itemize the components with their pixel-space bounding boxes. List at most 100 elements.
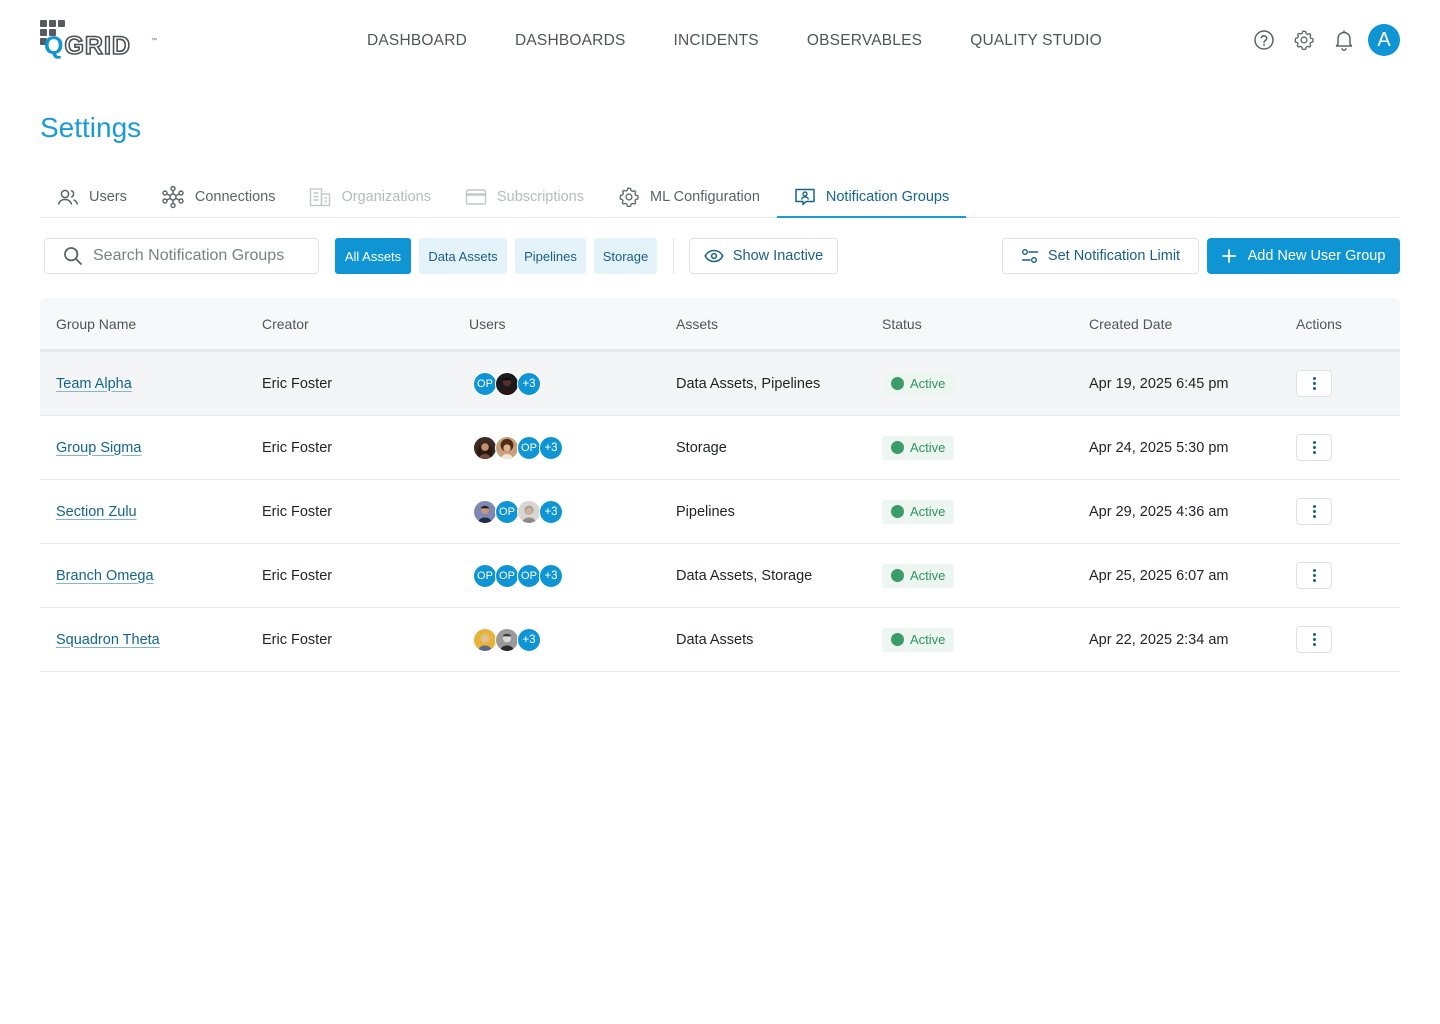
add-new-user-group-label: Add New User Group	[1247, 248, 1386, 264]
nav-quality-studio[interactable]: QUALITY STUDIO	[946, 32, 1126, 50]
user-avatar[interactable]: A	[1368, 24, 1400, 56]
group-name-link[interactable]: Squadron Theta	[56, 632, 160, 648]
creator-cell: Eric Foster	[262, 503, 333, 520]
table-header: Group Name Creator Users Assets Status C…	[40, 298, 1400, 352]
status-badge: Active	[882, 627, 955, 652]
help-icon[interactable]	[1244, 24, 1284, 56]
building-icon	[310, 188, 331, 207]
assets-cell: Data Assets, Storage	[676, 567, 813, 584]
creator-cell: Eric Foster	[262, 567, 333, 584]
column-header-created-date[interactable]: Created Date	[1073, 316, 1280, 332]
qgrid-logo[interactable]: QGRID ™	[40, 20, 160, 61]
created-date-cell: Apr 29, 2025 4:36 am	[1089, 503, 1229, 520]
nav-dashboard[interactable]: DASHBOARD	[343, 32, 491, 50]
row-actions-button[interactable]	[1296, 370, 1332, 397]
column-header-assets[interactable]: Assets	[660, 316, 866, 332]
user-avatar-stack[interactable]: OP +3	[469, 499, 660, 524]
user-avatar-stack[interactable]: OP OP OP +3	[469, 563, 660, 588]
group-name-link[interactable]: Group Sigma	[56, 440, 141, 456]
credit-card-icon	[465, 189, 487, 205]
status-label: Active	[910, 568, 946, 583]
sliders-icon	[1021, 249, 1039, 263]
user-avatar-initials: OP	[517, 563, 541, 588]
column-header-users[interactable]: Users	[453, 316, 660, 332]
table-row: Branch Omega Eric Foster OP OP OP +3 Dat…	[40, 544, 1400, 608]
user-avatar-stack[interactable]: +3	[469, 627, 660, 652]
more-vertical-icon	[1312, 376, 1316, 391]
column-header-actions: Actions	[1296, 315, 1342, 332]
row-actions-button[interactable]	[1296, 562, 1332, 589]
status-badge: Active	[882, 499, 955, 524]
assets-cell: Data Assets, Pipelines	[676, 375, 821, 392]
user-avatar-initials: OP	[517, 435, 541, 460]
user-avatar-photo	[495, 627, 519, 652]
status-dot-icon	[891, 505, 904, 518]
group-name-link[interactable]: Team Alpha	[56, 376, 132, 392]
more-users-count: +3	[539, 499, 563, 524]
user-avatar-photo	[495, 371, 519, 396]
tab-ml-configuration[interactable]: ML Configuration	[601, 177, 777, 217]
assets-cell: Pipelines	[676, 503, 735, 520]
assets-cell: Data Assets	[676, 631, 754, 648]
page-title: Settings	[40, 112, 142, 143]
eye-icon	[704, 249, 724, 263]
user-avatar-initials: OP	[495, 499, 519, 524]
tab-users-label: Users	[89, 189, 127, 205]
settings-tabs: Users Connections Organizations Subscrip…	[40, 177, 1400, 218]
column-header-status[interactable]: Status	[866, 316, 1073, 332]
tab-organizations: Organizations	[292, 177, 447, 217]
user-avatar-stack[interactable]: OP +3	[469, 435, 660, 460]
toolbar-divider	[673, 238, 674, 274]
filter-data-assets[interactable]: Data Assets	[419, 238, 507, 274]
nav-observables[interactable]: OBSERVABLES	[783, 32, 946, 50]
user-avatar-photo	[473, 435, 497, 460]
more-vertical-icon	[1312, 632, 1316, 647]
filter-all-assets[interactable]: All Assets	[335, 238, 411, 274]
app-header: QGRID ™ DASHBOARD DASHBOARDS INCIDENTS O…	[0, 0, 1440, 86]
tab-notification-groups[interactable]: Notification Groups	[776, 177, 967, 218]
status-label: Active	[910, 504, 946, 519]
notification-groups-table: Group Name Creator Users Assets Status C…	[40, 298, 1400, 672]
tab-connections-label: Connections	[194, 189, 276, 205]
tab-connections[interactable]: Connections	[144, 177, 293, 217]
column-header-creator[interactable]: Creator	[246, 316, 453, 332]
user-avatar-stack[interactable]: OP +3	[469, 371, 660, 396]
table-row: Squadron Theta Eric Foster +3 Data Asset…	[40, 608, 1400, 672]
filter-pipelines[interactable]: Pipelines	[515, 238, 586, 274]
tab-organizations-label: Organizations	[341, 189, 431, 205]
assets-cell: Storage	[676, 439, 727, 456]
nav-dashboards[interactable]: DASHBOARDS	[491, 32, 650, 50]
row-actions-button[interactable]	[1296, 434, 1332, 461]
more-vertical-icon	[1312, 568, 1316, 583]
plus-icon	[1221, 249, 1236, 263]
created-date-cell: Apr 25, 2025 6:07 am	[1089, 567, 1229, 584]
status-dot-icon	[891, 441, 904, 454]
nav-incidents[interactable]: INCIDENTS	[650, 32, 783, 50]
tab-users[interactable]: Users	[40, 177, 144, 217]
user-avatar-photo	[473, 627, 497, 652]
show-inactive-button[interactable]: Show Inactive	[689, 238, 838, 274]
creator-cell: Eric Foster	[262, 375, 333, 392]
table-row: Section Zulu Eric Foster OP +3 Pipelines…	[40, 480, 1400, 544]
more-vertical-icon	[1312, 440, 1316, 455]
more-vertical-icon	[1312, 504, 1316, 519]
tab-subscriptions-label: Subscriptions	[496, 189, 584, 205]
set-notification-limit-button[interactable]: Set Notification Limit	[1002, 238, 1199, 274]
settings-gear-icon[interactable]	[1284, 24, 1324, 56]
filter-storage[interactable]: Storage	[594, 238, 657, 274]
add-new-user-group-button[interactable]: Add New User Group	[1207, 238, 1400, 274]
search-input[interactable]	[93, 247, 313, 265]
status-badge: Active	[882, 371, 955, 396]
status-label: Active	[910, 632, 946, 647]
more-users-count: +3	[517, 371, 541, 396]
user-avatar-photo	[517, 499, 541, 524]
row-actions-button[interactable]	[1296, 626, 1332, 653]
notification-bell-icon[interactable]	[1324, 24, 1364, 56]
search-box	[44, 238, 319, 274]
more-users-count: +3	[539, 563, 563, 588]
column-header-group-name[interactable]: Group Name	[40, 316, 246, 332]
row-actions-button[interactable]	[1296, 498, 1332, 525]
group-name-link[interactable]: Section Zulu	[56, 504, 137, 520]
group-name-link[interactable]: Branch Omega	[56, 568, 154, 584]
created-date-cell: Apr 24, 2025 5:30 pm	[1089, 439, 1229, 456]
